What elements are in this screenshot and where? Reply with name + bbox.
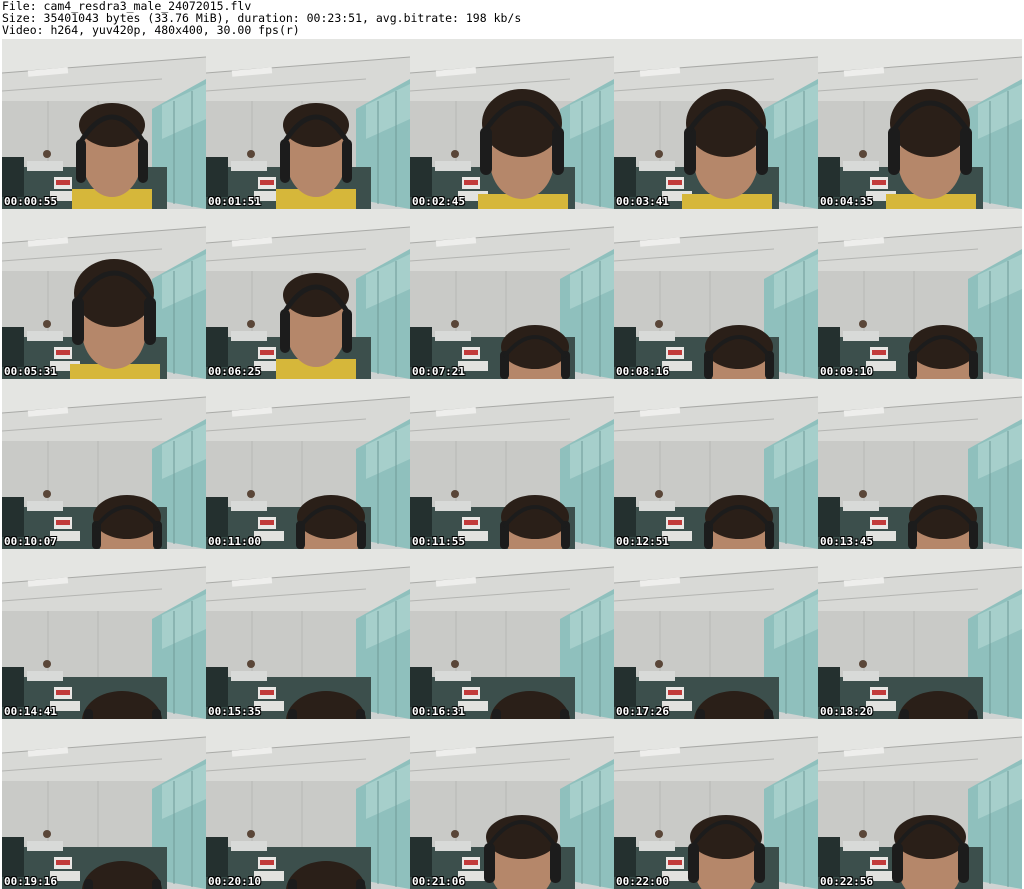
frame-timestamp: 00:09:10 — [820, 365, 873, 378]
thumbnail-frame: 00:03:41 — [614, 39, 818, 209]
person-low-head-icon — [92, 495, 162, 549]
frame-timestamp: 00:19:16 — [4, 875, 57, 888]
webcam-frame-image — [206, 209, 410, 379]
webcam-frame-image — [410, 209, 614, 379]
webcam-frame-image — [2, 719, 206, 889]
frame-timestamp: 00:13:45 — [820, 535, 873, 548]
thumbnail-frame: 00:00:55 — [2, 39, 206, 209]
person-low-head-icon — [296, 495, 366, 549]
thumbnail-frame: 00:08:16 — [614, 209, 818, 379]
webcam-frame-image — [818, 379, 1022, 549]
person-mid-face-icon — [484, 815, 561, 889]
webcam-frame-image — [614, 549, 818, 719]
thumbnail-frame: 00:11:00 — [206, 379, 410, 549]
webcam-frame-image — [2, 549, 206, 719]
thumbnail-frame: 00:22:00 — [614, 719, 818, 889]
webcam-frame-image — [206, 719, 410, 889]
thumbnail-frame: 00:19:16 — [2, 719, 206, 889]
frame-timestamp: 00:02:45 — [412, 195, 465, 208]
webcam-frame-image — [614, 719, 818, 889]
webcam-frame-image — [410, 549, 614, 719]
webcam-frame-image — [614, 39, 818, 209]
webcam-frame-image — [206, 379, 410, 549]
webcam-frame-image — [614, 209, 818, 379]
webcam-frame-image — [206, 39, 410, 209]
frame-timestamp: 00:16:31 — [412, 705, 465, 718]
thumbnail-frame: 00:16:31 — [410, 549, 614, 719]
person-low-head-icon — [908, 495, 978, 549]
person-low-head-icon — [500, 495, 570, 549]
frame-timestamp: 00:08:16 — [616, 365, 669, 378]
frame-timestamp: 00:14:41 — [4, 705, 57, 718]
person-low-head-icon — [908, 325, 978, 379]
thumbnail-frame: 00:07:21 — [410, 209, 614, 379]
thumbnail-frame: 00:05:31 — [2, 209, 206, 379]
thumbnail-frame: 00:10:07 — [2, 379, 206, 549]
thumbnail-frame: 00:12:51 — [614, 379, 818, 549]
person-low-head-icon — [704, 495, 774, 549]
person-full-face-icon — [276, 103, 356, 209]
frame-timestamp: 00:06:25 — [208, 365, 261, 378]
person-low-head-icon — [500, 325, 570, 379]
webcam-frame-image — [2, 209, 206, 379]
webcam-frame-image — [2, 39, 206, 209]
thumbnail-frame: 00:21:06 — [410, 719, 614, 889]
webcam-frame-image — [410, 719, 614, 889]
person-mid-face-icon — [688, 815, 765, 889]
frame-timestamp: 00:22:56 — [820, 875, 873, 888]
person-mid-face-icon — [892, 815, 969, 889]
thumbnail-frame: 00:22:56 — [818, 719, 1022, 889]
frame-timestamp: 00:11:00 — [208, 535, 261, 548]
webcam-frame-image — [614, 379, 818, 549]
thumbnail-frame: 00:09:10 — [818, 209, 1022, 379]
person-low-head-icon — [704, 325, 774, 379]
thumbnail-frame: 00:06:25 — [206, 209, 410, 379]
person-full-face-icon — [72, 103, 152, 209]
webcam-frame-image — [410, 39, 614, 209]
thumbnail-frame: 00:14:41 — [2, 549, 206, 719]
frame-timestamp: 00:17:26 — [616, 705, 669, 718]
webcam-frame-image — [818, 39, 1022, 209]
frame-timestamp: 00:00:55 — [4, 195, 57, 208]
thumbnail-frame: 00:17:26 — [614, 549, 818, 719]
webcam-frame-image — [410, 379, 614, 549]
frame-timestamp: 00:20:10 — [208, 875, 261, 888]
frame-timestamp: 00:11:55 — [412, 535, 465, 548]
thumbnail-frame: 00:20:10 — [206, 719, 410, 889]
frame-timestamp: 00:22:00 — [616, 875, 669, 888]
frame-timestamp: 00:10:07 — [4, 535, 57, 548]
thumbnail-grid: 00:00:55 00:01:51 00:02:45 00:03:41 00:04:35… — [0, 0, 1024, 889]
webcam-frame-image — [2, 379, 206, 549]
person-full-face-icon — [276, 273, 356, 379]
thumbnail-frame: 00:15:35 — [206, 549, 410, 719]
thumbnail-frame: 00:04:35 — [818, 39, 1022, 209]
thumbnail-frame: 00:18:20 — [818, 549, 1022, 719]
webcam-frame-image — [818, 209, 1022, 379]
frame-timestamp: 00:21:06 — [412, 875, 465, 888]
frame-timestamp: 00:05:31 — [4, 365, 57, 378]
thumbnail-frame: 00:01:51 — [206, 39, 410, 209]
thumbnail-frame: 00:02:45 — [410, 39, 614, 209]
frame-timestamp: 00:07:21 — [412, 365, 465, 378]
webcam-frame-image — [818, 549, 1022, 719]
frame-timestamp: 00:18:20 — [820, 705, 873, 718]
thumbnail-frame: 00:11:55 — [410, 379, 614, 549]
frame-timestamp: 00:03:41 — [616, 195, 669, 208]
frame-timestamp: 00:12:51 — [616, 535, 669, 548]
thumbnail-frame: 00:13:45 — [818, 379, 1022, 549]
frame-timestamp: 00:01:51 — [208, 195, 261, 208]
frame-timestamp: 00:04:35 — [820, 195, 873, 208]
webcam-frame-image — [818, 719, 1022, 889]
webcam-frame-image — [206, 549, 410, 719]
frame-timestamp: 00:15:35 — [208, 705, 261, 718]
